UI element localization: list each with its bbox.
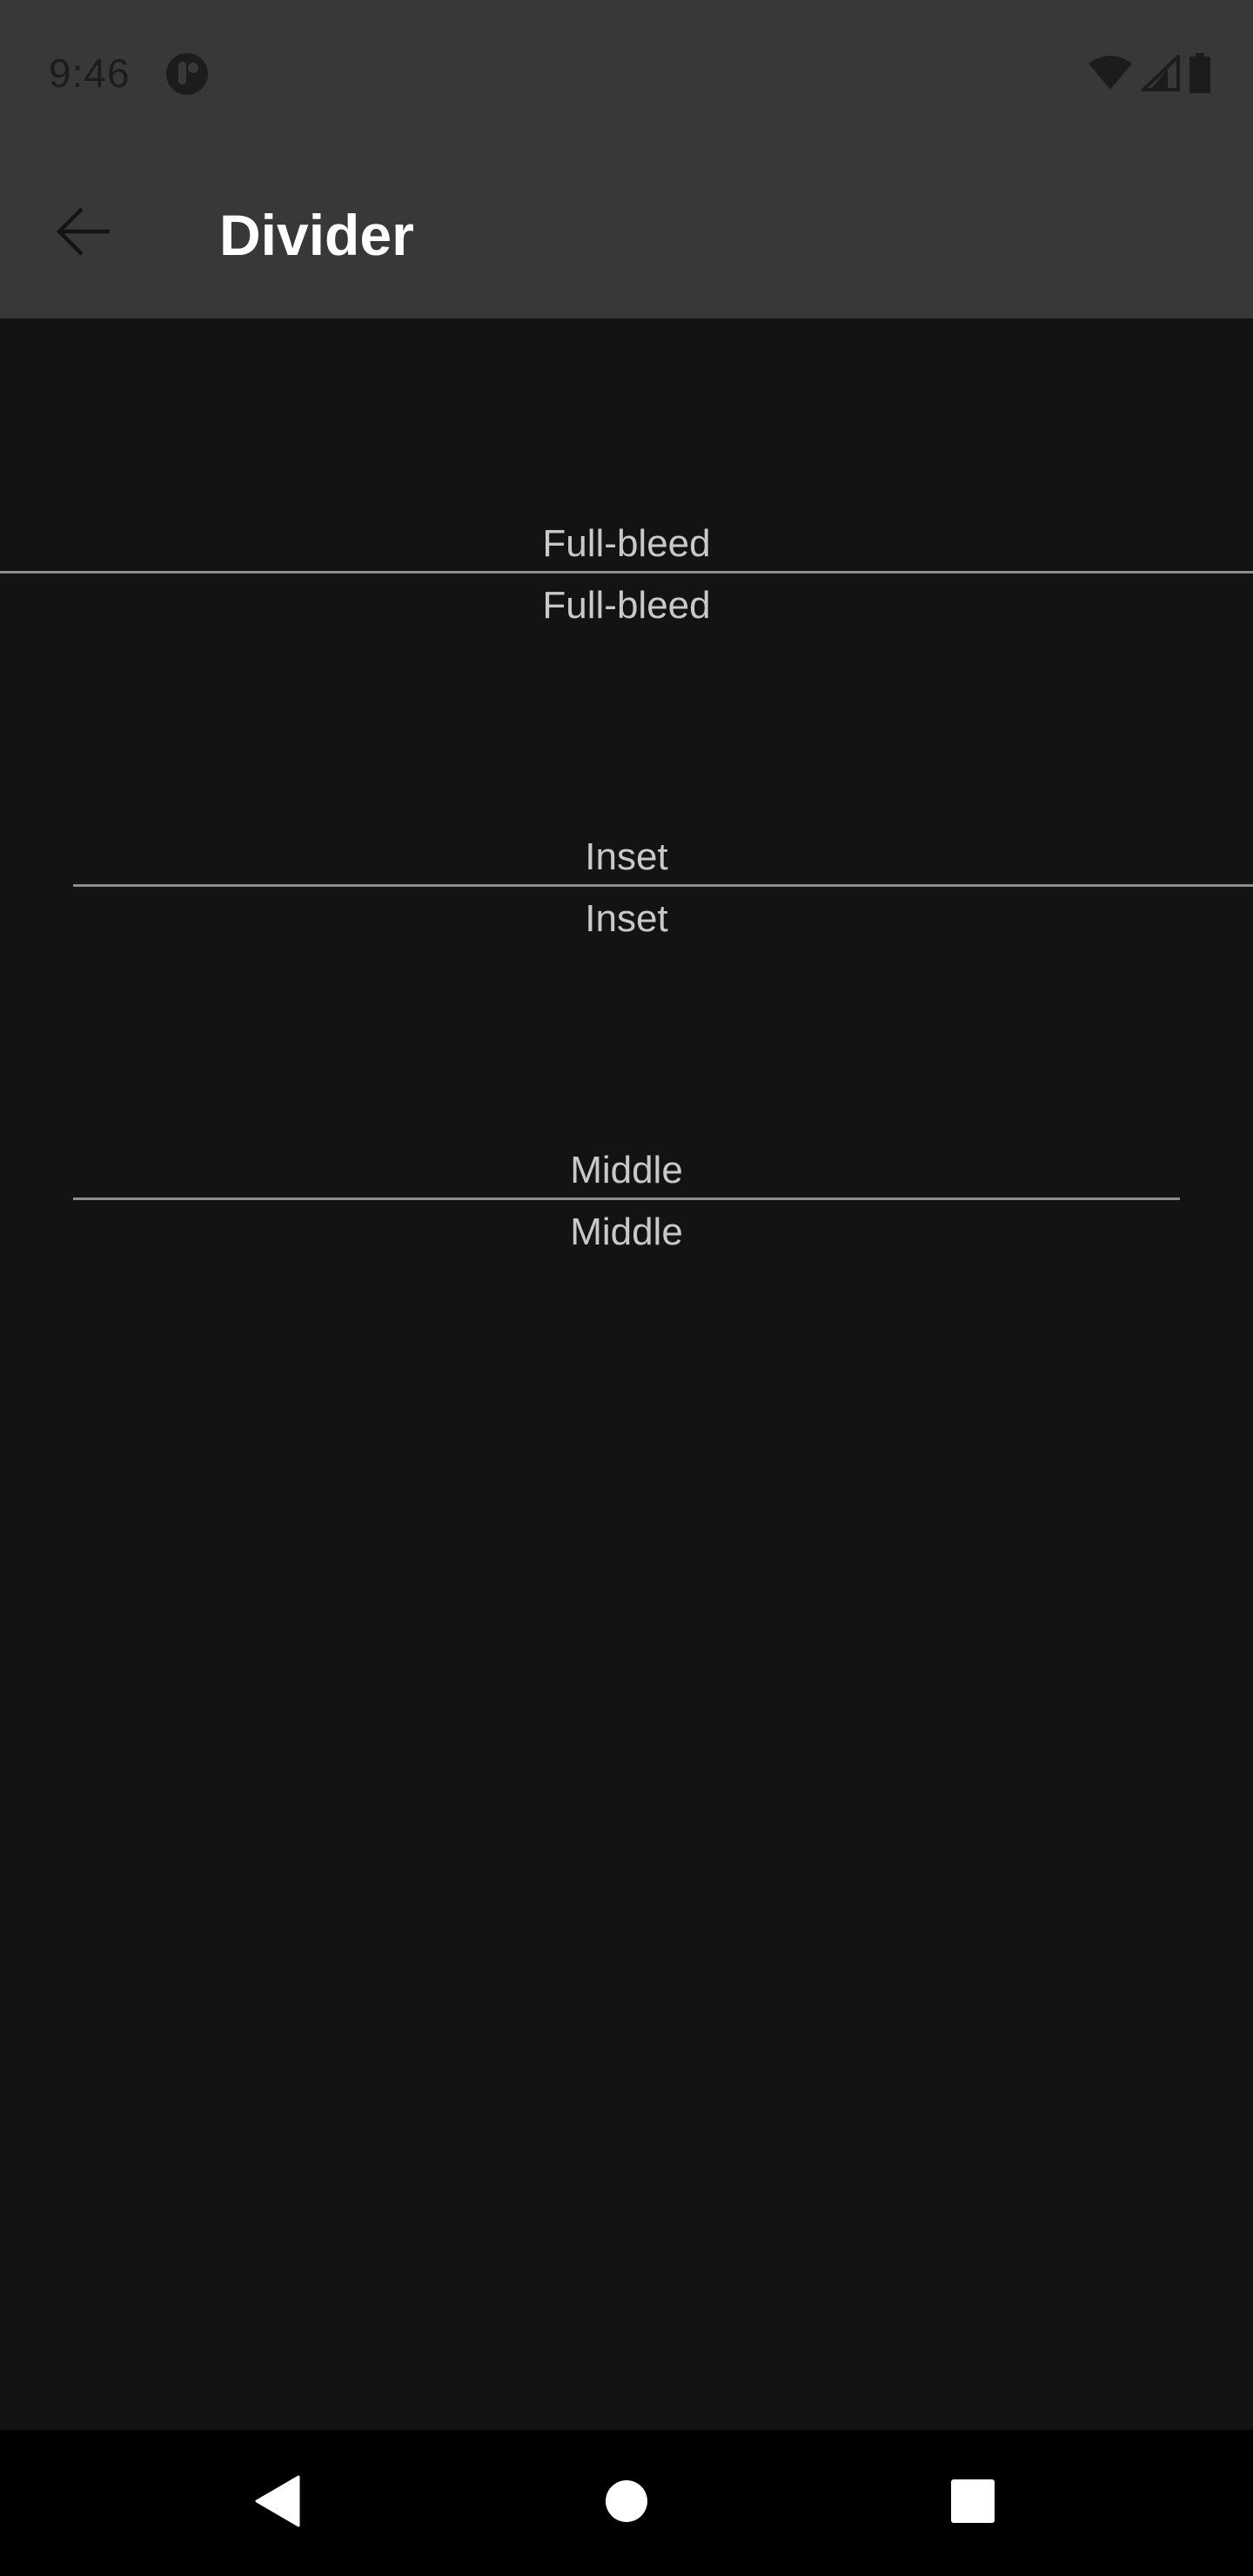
middle-divider [73, 1197, 1180, 1200]
middle-label-below: Middle [570, 1211, 683, 1253]
app-bar: Divider [0, 148, 1253, 319]
system-nav-bar [0, 2430, 1253, 2576]
back-triangle-icon [253, 2475, 300, 2532]
status-icons [1088, 51, 1211, 97]
home-circle-icon [605, 2479, 648, 2527]
status-time: 9:46 [49, 50, 131, 96]
inset-label-above: Inset [585, 835, 668, 878]
full-bleed-divider [0, 571, 1253, 574]
back-button[interactable] [49, 198, 118, 268]
status-bar: 9:46 [0, 0, 1253, 148]
recents-square-icon [950, 2479, 995, 2528]
nav-home-button[interactable] [583, 2459, 670, 2546]
nav-recents-button[interactable] [929, 2459, 1016, 2546]
battery-icon [1189, 52, 1211, 97]
notification-app-icon [165, 52, 209, 96]
middle-label-above: Middle [570, 1149, 683, 1191]
inset-label-below: Inset [585, 897, 668, 940]
arrow-back-icon [56, 206, 111, 260]
full-bleed-label-above: Full-bleed [542, 522, 711, 565]
full-bleed-label-below: Full-bleed [542, 584, 711, 627]
wifi-icon [1088, 55, 1133, 96]
inset-divider [73, 884, 1253, 887]
nav-back-button[interactable] [233, 2459, 320, 2546]
page-title: Divider [219, 203, 414, 267]
cell-signal-icon [1138, 51, 1180, 96]
screen: 9:46 Divider Full-bleed Full-bleed Inset… [0, 0, 1253, 2576]
